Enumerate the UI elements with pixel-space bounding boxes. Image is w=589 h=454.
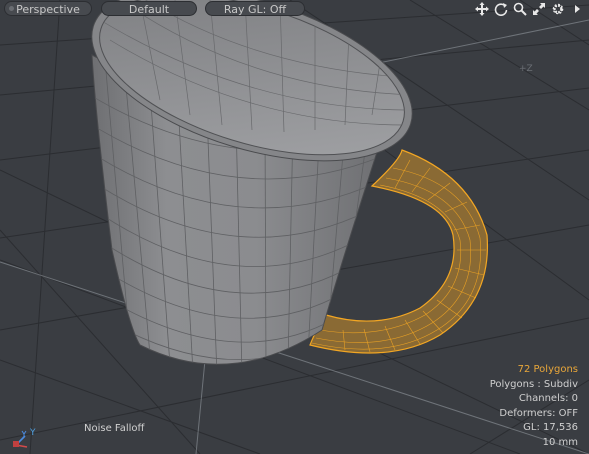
- raygl-toggle[interactable]: Ray GL: Off: [205, 1, 305, 16]
- zoom-icon[interactable]: [512, 1, 528, 17]
- channels-count: Channels: 0: [518, 393, 578, 404]
- polygon-type: Polygons : Subdiv: [489, 378, 578, 390]
- z-axis-label: +Z: [519, 64, 533, 74]
- shading-style-dropdown[interactable]: Default: [101, 1, 197, 16]
- deformers-status: Deformers: OFF: [499, 407, 578, 419]
- shading-style-label: Default: [128, 3, 170, 16]
- rotate-icon[interactable]: [493, 1, 509, 17]
- dropdown-pip-icon: [9, 6, 14, 11]
- move-icon[interactable]: [474, 1, 490, 17]
- grid-scale: 10 mm: [542, 436, 578, 448]
- gl-count: GL: 17,536: [523, 422, 578, 433]
- view-mode-dropdown[interactable]: Perspective: [4, 1, 92, 16]
- polygon-count: 72 Polygons: [517, 364, 578, 375]
- 3d-viewport[interactable]: Perspective Default Ray GL: Off +Z Y Noi…: [0, 0, 589, 454]
- fit-icon[interactable]: [531, 1, 547, 17]
- more-arrow-icon[interactable]: [569, 1, 585, 17]
- view-mode-label: Perspective: [16, 3, 80, 16]
- raygl-label: Ray GL: Off: [223, 3, 287, 16]
- stats-overlay: 72 Polygons Polygons : Subdiv Channels: …: [490, 363, 578, 450]
- viewport-tools: [474, 0, 585, 18]
- gear-icon[interactable]: [550, 1, 566, 17]
- falloff-label: Noise Falloff: [84, 423, 145, 434]
- viewport-header: Perspective Default Ray GL: Off: [0, 0, 589, 18]
- gizmo-y-label: Y: [30, 428, 36, 438]
